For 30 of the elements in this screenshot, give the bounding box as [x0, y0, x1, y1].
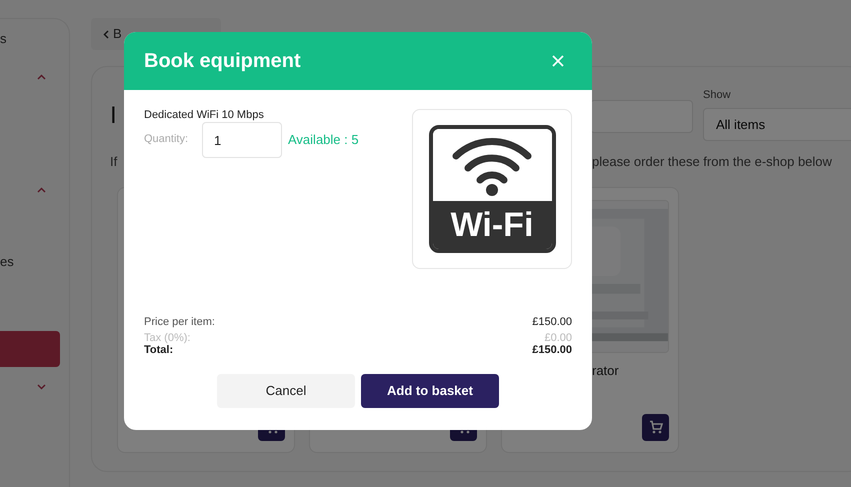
summary-label: Price per item:	[144, 316, 215, 328]
page-heading: I	[110, 101, 117, 131]
cart-button[interactable]	[642, 414, 669, 440]
chevron-up-icon[interactable]	[37, 74, 46, 80]
sidebar-item[interactable]: es	[0, 255, 69, 269]
intro-text: If	[110, 154, 118, 169]
search-field[interactable]	[590, 100, 693, 133]
summary-label: Total:	[144, 344, 174, 356]
quantity-field[interactable]: 1	[202, 122, 282, 158]
summary-value: £150.00	[532, 344, 572, 356]
summary-value: £0.00	[544, 332, 572, 344]
show-label: Show	[703, 90, 732, 100]
summary-value: £150.00	[532, 316, 572, 328]
intro-text: please order these from the e-shop below	[592, 153, 832, 171]
item-name: Dedicated WiFi 10 Mbps	[144, 109, 265, 121]
chevron-down-icon[interactable]	[37, 384, 46, 390]
cancel-button[interactable]: Cancel	[217, 374, 355, 408]
dialog-title: Book equipment	[144, 49, 301, 74]
chevron-up-icon[interactable]	[37, 187, 46, 193]
sidebar-item[interactable]: s	[0, 32, 69, 46]
chevron-left-icon	[103, 30, 109, 38]
quantity-label: Quantity:	[144, 132, 190, 147]
close-icon[interactable]	[552, 55, 564, 67]
add-to-basket-button[interactable]: Add to basket	[361, 374, 499, 408]
product-title: rator	[592, 362, 619, 380]
show-select[interactable]: All items	[703, 108, 851, 141]
summary-label: Tax (0%):	[144, 332, 190, 344]
availability-text: Available : 5	[288, 131, 359, 149]
cart-icon	[648, 420, 662, 434]
wifi-sign-label: Wi-Fi	[450, 208, 534, 242]
